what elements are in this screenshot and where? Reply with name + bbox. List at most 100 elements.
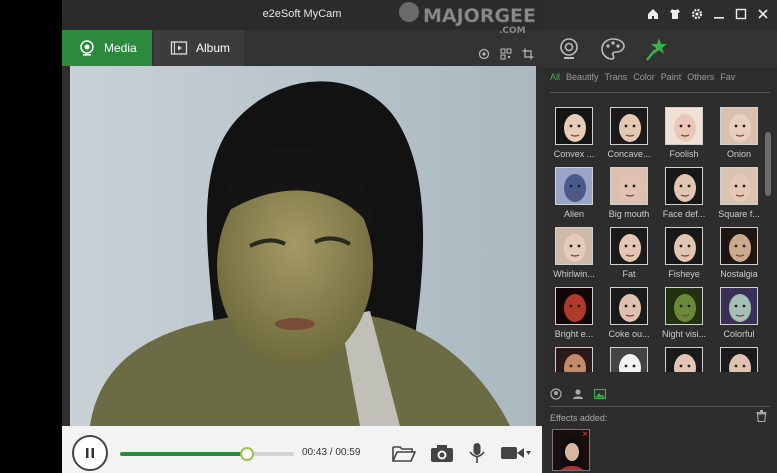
microphone-icon[interactable] [468,442,486,464]
tab-album[interactable]: Album [154,30,244,66]
tshirt-icon[interactable] [669,8,681,20]
broadcast-icon[interactable] [478,48,490,60]
effect-item[interactable]: Square f... [713,164,760,222]
category-others[interactable]: Others [687,72,714,88]
effect-filter-icons [550,388,606,400]
playback-time: 00:43 / 00:59 [302,447,361,458]
effect-caption: Fisheye [668,269,700,279]
effect-preview-image [721,288,757,324]
playback-actions [392,442,532,464]
effect-thumbnail [555,287,593,325]
folder-open-icon[interactable] [392,443,416,463]
effect-item[interactable]: Convex ... [548,104,600,162]
remove-effect-button[interactable]: × [582,430,588,440]
category-fav[interactable]: Fav [720,72,735,88]
effect-item[interactable]: Night visi... [658,284,710,342]
person-icon[interactable] [572,388,584,400]
effect-caption: Face def... [662,209,706,219]
palette-icon[interactable] [600,36,626,62]
divider [550,92,770,93]
seek-slider[interactable] [120,447,294,461]
effect-item[interactable] [658,344,710,372]
pause-icon [86,448,94,458]
effect-item[interactable]: Alien [548,164,600,222]
panel-tabs [542,30,777,68]
effects-grid: Convex ... Concave... Foolish Onion Alien Big… [548,104,760,372]
video-record-dropdown-icon[interactable] [500,443,532,463]
effect-item[interactable]: Face def... [658,164,710,222]
effect-caption: Colorful [723,329,755,339]
effects-scrollbar[interactable] [765,104,771,372]
main-area: e2eSoft MyCam Media Album 00:43 / 00:59 [62,0,542,473]
effect-thumbnail [610,107,648,145]
picture-icon[interactable] [594,388,606,400]
camera-icon[interactable] [430,443,454,463]
effect-caption: Big mouth [608,209,650,219]
effect-item[interactable]: Bright e... [548,284,600,342]
tab-media[interactable]: Media [62,30,152,66]
effect-thumbnail [555,167,593,205]
minimize-icon[interactable] [713,8,725,20]
effect-caption: Coke ou... [608,329,650,339]
effect-item[interactable]: Nostalgia [713,224,760,282]
crop-icon[interactable] [522,48,534,60]
face-icon[interactable] [550,388,562,400]
qr-code-icon[interactable] [500,48,512,60]
effect-item[interactable] [548,344,600,372]
effect-caption: Fat [622,269,636,279]
playback-bar: 00:43 / 00:59 [62,426,542,473]
close-icon[interactable] [757,8,769,20]
film-icon [170,41,188,55]
effect-thumbnail [665,347,703,372]
seek-handle[interactable] [240,447,255,461]
category-beautify[interactable]: Beautify [566,72,599,88]
seek-progress-fill [120,452,248,456]
effect-preview-image [666,288,702,324]
effect-preview-image [611,168,647,204]
effect-thumbnail [720,107,758,145]
effect-thumbnail [665,167,703,205]
effect-preview-image [556,288,592,324]
effect-caption: Convex ... [553,149,595,159]
effect-item[interactable]: Big mouth [603,164,655,222]
effect-item[interactable] [603,344,655,372]
effect-thumbnail [555,107,593,145]
effect-item[interactable]: Onion [713,104,760,162]
effect-item[interactable]: Fat [603,224,655,282]
effect-caption: Concave... [607,149,651,159]
webcam-settings-icon[interactable] [556,36,582,62]
category-trans[interactable]: Trans [605,72,628,88]
watermark-brand: MAJORGEEKS [423,5,535,27]
effect-thumbnail [720,167,758,205]
gear-icon[interactable] [691,8,703,20]
effect-caption: Whirlwin... [553,269,595,279]
effect-thumbnail [555,227,593,265]
scrollbar-thumb[interactable] [765,132,771,196]
category-paint[interactable]: Paint [661,72,682,88]
effect-item[interactable]: Coke ou... [603,284,655,342]
effect-thumbnail [610,347,648,372]
magic-wand-icon[interactable] [644,36,670,62]
trash-icon[interactable] [756,410,767,422]
effect-item[interactable] [713,344,760,372]
effect-thumbnail [665,227,703,265]
effect-preview-image [556,228,592,264]
effect-item[interactable]: Fisheye [658,224,710,282]
effect-thumbnail [610,167,648,205]
effect-thumbnail [555,347,593,372]
effect-item[interactable]: Concave... [603,104,655,162]
added-effect-thumbnail[interactable]: × [552,429,590,471]
effect-item[interactable]: Colorful [713,284,760,342]
effect-thumbnail [610,287,648,325]
maximize-icon[interactable] [735,8,747,20]
category-color[interactable]: Color [633,72,655,88]
category-all[interactable]: All [550,72,560,88]
home-icon[interactable] [647,8,659,20]
pause-button[interactable] [72,435,108,471]
effect-preview-image [611,108,647,144]
effect-item[interactable]: Whirlwin... [548,224,600,282]
window-controls [647,8,769,20]
effect-preview-image [666,228,702,264]
effect-item[interactable]: Foolish [658,104,710,162]
divider [550,406,770,407]
